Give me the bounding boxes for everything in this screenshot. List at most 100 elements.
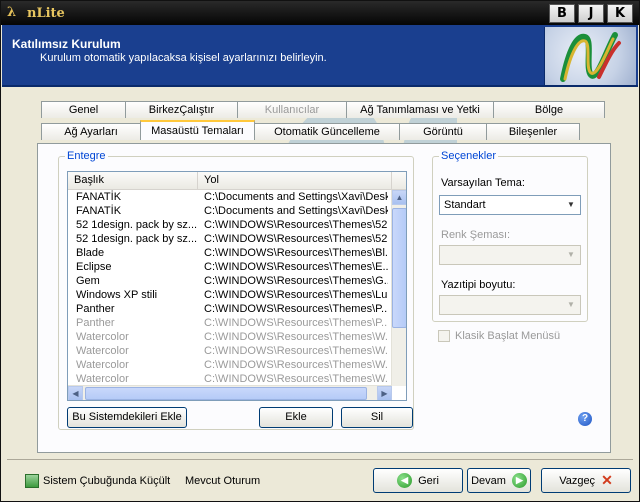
list-item-path: C:\Documents and Settings\Xavi\Desk...	[204, 191, 388, 203]
tab-network-settings[interactable]: Ağ Ayarları	[41, 123, 141, 140]
tab-desktop-themes[interactable]: Masaüstü Temaları	[140, 120, 255, 140]
nlite-app-icon: λ	[7, 5, 17, 20]
add-button[interactable]: Ekle	[259, 407, 333, 428]
list-item-path: C:\WINDOWS\Resources\Themes\P...	[204, 303, 388, 315]
back-label: Geri	[418, 474, 439, 487]
list-item[interactable]: Watercolor C:\WINDOWS\Resources\Themes\W.…	[68, 330, 406, 344]
tab-row-2: Ağ Ayarları Masaüstü Temaları Otomatik G…	[41, 120, 580, 140]
color-scheme-select[interactable]: ▼	[439, 245, 581, 265]
list-item-path: C:\WINDOWS\Resources\Themes\Bl...	[204, 247, 388, 259]
help-icon[interactable]: ?	[578, 412, 592, 426]
list-item-path: C:\WINDOWS\Resources\Themes\E...	[204, 261, 388, 273]
themes-list[interactable]: Başlık Yol FANATİK C:\Documents and Setti…	[67, 171, 407, 401]
list-item-title: 52 1design. pack by sz...	[76, 233, 198, 245]
minimize-button[interactable]: B	[549, 4, 575, 23]
list-rows: FANATİK C:\Documents and Settings\Xavi\De…	[68, 190, 406, 386]
close-icon: ✕	[601, 472, 613, 488]
tray-icon	[25, 474, 39, 488]
next-label: Devam	[471, 474, 506, 487]
main-window: λ nLite B J K Katılımsız Kurulum Kurulum…	[0, 0, 640, 502]
options-group-label: Seçenekler	[439, 150, 499, 162]
tab-general[interactable]: Genel	[41, 101, 126, 118]
list-item[interactable]: Gem C:\WINDOWS\Resources\Themes\G...	[68, 274, 406, 288]
column-title[interactable]: Başlık	[68, 172, 198, 189]
list-item-path: C:\WINDOWS\Resources\Themes\Lu...	[204, 289, 388, 301]
checkbox-box[interactable]	[438, 330, 450, 342]
integrate-group-label: Entegre	[65, 150, 108, 162]
list-item-title: Watercolor	[76, 359, 129, 371]
default-theme-value: Standart	[444, 199, 486, 211]
list-item[interactable]: Watercolor C:\WINDOWS\Resources\Themes\W.…	[68, 372, 406, 386]
content-area: Genel BirkezÇalıştır Kullanıcılar Ağ Tan…	[7, 93, 631, 455]
list-item-title: FANATİK	[76, 191, 122, 203]
list-item[interactable]: 52 1design. pack by sz... C:\WINDOWS\Reso…	[68, 232, 406, 246]
list-item[interactable]: Watercolor C:\WINDOWS\Resources\Themes\W.…	[68, 358, 406, 372]
tab-users[interactable]: Kullanıcılar	[237, 101, 347, 118]
scroll-right-arrow-icon[interactable]: ▶	[377, 386, 392, 400]
list-item-title: Watercolor	[76, 345, 129, 357]
horizontal-scroll-thumb[interactable]	[85, 387, 367, 400]
list-item-path: C:\WINDOWS\Resources\Themes\W...	[204, 359, 388, 371]
list-item-title: Blade	[76, 247, 105, 259]
title-bar[interactable]: λ nLite B J K	[1, 1, 639, 25]
classic-start-menu-checkbox[interactable]: Klasik Başlat Menüsü	[438, 330, 560, 342]
list-item-path: C:\WINDOWS\Resources\Themes\52...	[204, 219, 388, 231]
list-item-title: Gem	[76, 275, 100, 287]
nlite-logo	[544, 27, 636, 85]
add-system-themes-button[interactable]: Bu Sistemdekileri Ekle	[67, 407, 187, 428]
list-item[interactable]: Panther C:\WINDOWS\Resources\Themes\P...	[68, 302, 406, 316]
list-item-title: Watercolor	[76, 373, 129, 385]
window-title: nLite	[27, 5, 65, 21]
title-bar-buttons: B J K	[549, 4, 633, 23]
list-item-title: Panther	[76, 303, 115, 315]
list-header: Başlık Yol	[68, 172, 406, 190]
list-item[interactable]: FANATİK C:\Documents and Settings\Xavi\De…	[68, 190, 406, 204]
list-item[interactable]: Windows XP stili C:\WINDOWS\Resources\The…	[68, 288, 406, 302]
cancel-button[interactable]: Vazgeç ✕	[541, 468, 631, 493]
list-item-title: Watercolor	[76, 331, 129, 343]
scroll-left-arrow-icon[interactable]: ◀	[68, 386, 83, 400]
font-size-label: Yazıtipi boyutu:	[441, 279, 516, 291]
scroll-up-arrow-icon[interactable]: ▲	[392, 190, 406, 205]
list-item-title: Windows XP stili	[76, 289, 158, 301]
list-item[interactable]: Watercolor C:\WINDOWS\Resources\Themes\W.…	[68, 344, 406, 358]
tab-network-identification[interactable]: Ağ Tanımlaması ve Yetki	[346, 101, 494, 118]
list-item-title: Panther	[76, 317, 115, 329]
tab-display[interactable]: Görüntü	[399, 123, 487, 140]
list-item-path: C:\WINDOWS\Resources\Themes\W...	[204, 345, 388, 357]
current-session-label[interactable]: Mevcut Oturum	[185, 475, 260, 487]
horizontal-scrollbar[interactable]: ◀ ▶	[68, 385, 392, 400]
close-button[interactable]: K	[607, 4, 633, 23]
list-item[interactable]: Panther C:\WINDOWS\Resources\Themes\P...	[68, 316, 406, 330]
list-item-title: Eclipse	[76, 261, 112, 273]
default-theme-select[interactable]: Standart ▼	[439, 195, 581, 215]
tab-components[interactable]: Bileşenler	[486, 123, 580, 140]
list-item-path: C:\WINDOWS\Resources\Themes\W...	[204, 373, 388, 385]
list-item-path: C:\Documents and Settings\Xavi\Desk...	[204, 205, 388, 217]
column-path[interactable]: Yol	[198, 172, 392, 189]
font-size-select[interactable]: ▼	[439, 295, 581, 315]
list-item-title: FANATİK	[76, 205, 122, 217]
chevron-down-icon: ▼	[567, 200, 575, 209]
vertical-scrollbar[interactable]: ▲	[391, 190, 406, 386]
back-button[interactable]: ◀ Geri	[373, 468, 463, 493]
list-item-path: C:\WINDOWS\Resources\Themes\W...	[204, 331, 388, 343]
maximize-button[interactable]: J	[578, 4, 604, 23]
default-theme-label: Varsayılan Tema:	[441, 177, 525, 189]
next-button[interactable]: Devam ▶	[467, 468, 531, 493]
list-item[interactable]: 52 1design. pack by sz... C:\WINDOWS\Reso…	[68, 218, 406, 232]
list-item-path: C:\WINDOWS\Resources\Themes\P...	[204, 317, 388, 329]
list-item[interactable]: Eclipse C:\WINDOWS\Resources\Themes\E...	[68, 260, 406, 274]
footer-divider	[7, 459, 633, 460]
list-item-path: C:\WINDOWS\Resources\Themes\G...	[204, 275, 388, 287]
vertical-scroll-thumb[interactable]	[392, 208, 406, 328]
tab-runonce[interactable]: BirkezÇalıştır	[125, 101, 238, 118]
delete-button[interactable]: Sil	[341, 407, 413, 428]
back-arrow-icon: ◀	[397, 473, 413, 488]
tab-automatic-updates[interactable]: Otomatik Güncelleme	[254, 123, 400, 140]
chevron-down-icon: ▼	[567, 250, 575, 259]
tab-regional[interactable]: Bölge	[493, 101, 605, 118]
minimize-to-tray-link[interactable]: Sistem Çubuğunda Küçült	[25, 474, 170, 488]
list-item[interactable]: Blade C:\WINDOWS\Resources\Themes\Bl...	[68, 246, 406, 260]
list-item[interactable]: FANATİK C:\Documents and Settings\Xavi\De…	[68, 204, 406, 218]
